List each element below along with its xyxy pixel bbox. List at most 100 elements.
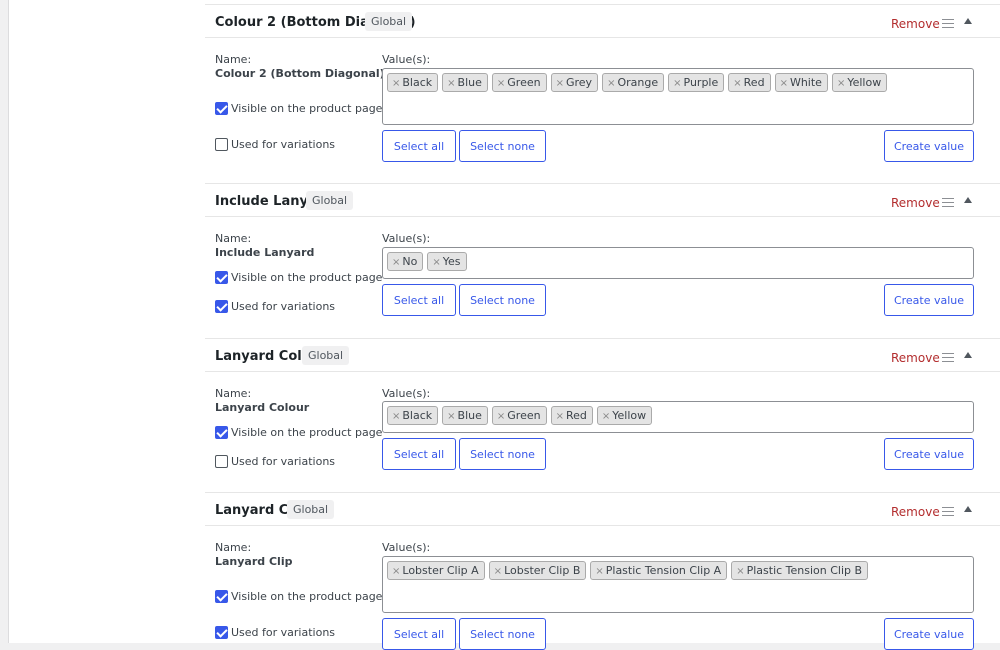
values-select[interactable]: × Black × Blue × Green × Grey × Orange × Purpl… [382,68,974,125]
value-chip[interactable]: × Blue [442,73,488,92]
value-chip[interactable]: × Lobster Clip A [387,561,485,580]
value-chip[interactable]: × Grey [550,73,599,92]
visible-checkbox-row[interactable]: Visible on the product page [215,271,382,284]
global-badge: Global [302,346,350,365]
variations-checkbox-row[interactable]: Used for variations [215,626,335,639]
chip-remove-icon[interactable]: × [595,566,603,577]
visible-checkbox-row[interactable]: Visible on the product page [215,102,382,115]
collapse-arrow-icon[interactable] [964,18,972,24]
variations-checkbox[interactable] [215,455,228,468]
collapse-arrow-icon[interactable] [964,352,972,358]
attribute-header[interactable]: Lanyard Colour Global Remove [205,338,1000,372]
chip-remove-icon[interactable]: × [447,78,455,89]
collapse-arrow-icon[interactable] [964,197,972,203]
select-all-button[interactable]: Select all [382,618,456,650]
page-gutter [0,0,8,643]
value-chip[interactable]: × Plastic Tension Clip B [731,561,869,580]
variations-label: Used for variations [231,455,336,468]
remove-link[interactable]: Remove [891,17,940,31]
value-chip[interactable]: × Green [491,73,547,92]
values-select[interactable]: × Lobster Clip A × Lobster Clip B × Plastic… [382,556,974,613]
values-select[interactable]: × Black × Blue × Green × Red × Yellow [382,401,974,433]
chip-remove-icon[interactable]: × [780,78,788,89]
global-badge: Global [306,191,354,210]
select-none-button[interactable]: Select none [459,438,546,470]
visible-label: Visible on the product page [231,102,383,115]
chip-remove-icon[interactable]: × [556,78,564,89]
value-chip[interactable]: × Black [387,73,439,92]
create-value-button[interactable]: Create value [884,438,974,470]
value-chip[interactable]: × White [774,73,828,92]
variations-checkbox[interactable] [215,138,228,151]
visible-checkbox[interactable] [215,426,228,439]
attribute-header[interactable]: Include Lanyard Global Remove [205,183,1000,217]
value-chip[interactable]: × Red [728,73,771,92]
chip-remove-icon[interactable]: × [556,411,564,422]
visible-checkbox[interactable] [215,271,228,284]
chip-remove-icon[interactable]: × [392,257,400,268]
variations-label: Used for variations [231,138,336,151]
drag-handle-icon[interactable] [942,19,954,28]
value-chip[interactable]: × Yellow [831,73,888,92]
select-all-button[interactable]: Select all [382,130,456,162]
select-none-button[interactable]: Select none [459,284,546,316]
chip-remove-icon[interactable]: × [673,78,681,89]
chip-remove-icon[interactable]: × [733,78,741,89]
value-chip[interactable]: × Orange [602,73,665,92]
chip-remove-icon[interactable]: × [497,78,505,89]
remove-link[interactable]: Remove [891,351,940,365]
drag-handle-icon[interactable] [942,507,954,516]
create-value-button[interactable]: Create value [884,284,974,316]
chip-remove-icon[interactable]: × [602,411,610,422]
chip-remove-icon[interactable]: × [837,78,845,89]
chip-remove-icon[interactable]: × [392,411,400,422]
attribute-header[interactable]: Colour 2 (Bottom Diagonal) Global Remove [205,4,1000,38]
select-all-button[interactable]: Select all [382,438,456,470]
values-select[interactable]: × No × Yes [382,247,974,279]
chip-remove-icon[interactable]: × [432,257,440,268]
value-chip[interactable]: × Black [387,406,439,425]
visible-checkbox[interactable] [215,102,228,115]
variations-checkbox[interactable] [215,300,228,313]
value-chip[interactable]: × Purple [668,73,725,92]
value-chip[interactable]: × Blue [442,406,488,425]
value-chip[interactable]: × Plastic Tension Clip A [590,561,728,580]
visible-label: Visible on the product page [231,590,383,603]
select-none-button[interactable]: Select none [459,618,546,650]
chip-remove-icon[interactable]: × [447,411,455,422]
remove-link[interactable]: Remove [891,196,940,210]
attribute-colour-2: Colour 2 (Bottom Diagonal) Global Remove… [205,4,1000,179]
chip-remove-icon[interactable]: × [392,566,400,577]
create-value-button[interactable]: Create value [884,618,974,650]
drag-handle-icon[interactable] [942,353,954,362]
name-label: Name: [215,53,252,66]
chip-remove-icon[interactable]: × [607,78,615,89]
remove-link[interactable]: Remove [891,505,940,519]
global-badge: Global [287,500,335,519]
value-chip[interactable]: × Lobster Clip B [488,561,587,580]
attribute-include-lanyard: Include Lanyard Global Remove Name: Incl… [205,183,1000,338]
create-value-button[interactable]: Create value [884,130,974,162]
variations-checkbox-row[interactable]: Used for variations [215,455,335,468]
chip-remove-icon[interactable]: × [497,411,505,422]
variations-checkbox-row[interactable]: Used for variations [215,300,335,313]
collapse-arrow-icon[interactable] [964,506,972,512]
value-chip[interactable]: × Red [550,406,593,425]
value-chip[interactable]: × Yellow [596,406,653,425]
visible-checkbox[interactable] [215,590,228,603]
variations-checkbox[interactable] [215,626,228,639]
values-label: Value(s): [382,541,431,554]
drag-handle-icon[interactable] [942,198,954,207]
select-none-button[interactable]: Select none [459,130,546,162]
chip-remove-icon[interactable]: × [392,78,400,89]
visible-checkbox-row[interactable]: Visible on the product page [215,590,382,603]
variations-checkbox-row[interactable]: Used for variations [215,138,335,151]
value-chip[interactable]: × No [387,252,424,271]
value-chip[interactable]: × Green [491,406,547,425]
attribute-header[interactable]: Lanyard Clip Global Remove [205,492,1000,526]
chip-remove-icon[interactable]: × [494,566,502,577]
value-chip[interactable]: × Yes [427,252,467,271]
select-all-button[interactable]: Select all [382,284,456,316]
visible-checkbox-row[interactable]: Visible on the product page [215,426,382,439]
chip-remove-icon[interactable]: × [736,566,744,577]
